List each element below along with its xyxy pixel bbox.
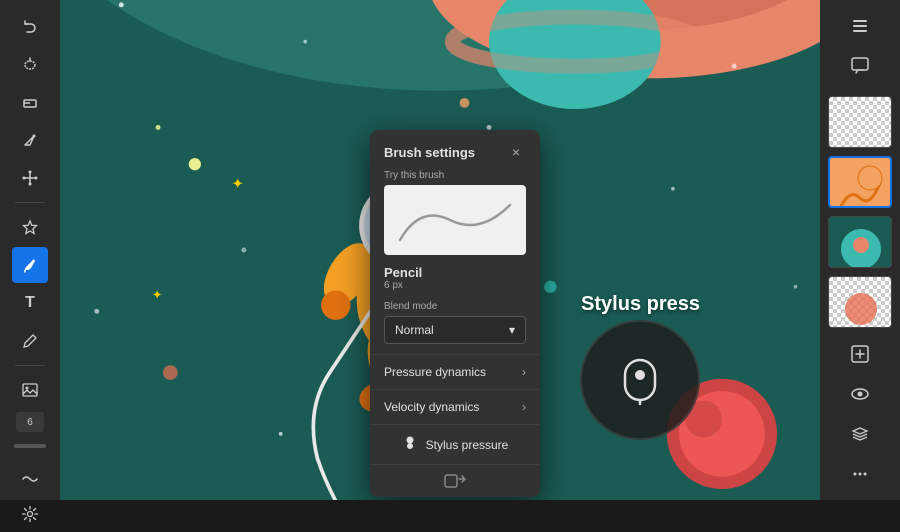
brush-size: 6 px — [384, 280, 526, 291]
layer-thumbnail-4[interactable] — [828, 276, 892, 328]
stylus-pressure-label: Stylus pressure — [426, 438, 509, 452]
app-container: T 6 — [0, 0, 900, 500]
try-brush-label: Try this brush — [370, 170, 540, 185]
layer-thumbnail-2[interactable] — [828, 156, 892, 208]
stylus-press-icon — [610, 355, 670, 405]
more-icon[interactable] — [842, 456, 878, 492]
pencil-icon[interactable] — [12, 323, 48, 359]
text-symbol: T — [25, 294, 35, 312]
layer-thumbnail-3[interactable] — [828, 216, 892, 268]
chat-icon[interactable] — [842, 48, 878, 84]
brush-icon[interactable] — [12, 247, 48, 283]
right-top-icons — [842, 8, 878, 84]
panel-header: Brush settings × — [370, 130, 540, 170]
close-button[interactable]: × — [506, 142, 526, 162]
transform-icon[interactable] — [12, 160, 48, 196]
stylus-pressure-row[interactable]: Stylus pressure — [370, 424, 540, 464]
pressure-dynamics-label: Pressure dynamics — [384, 365, 486, 379]
canvas-area[interactable]: ✦ ✦ ✦ Stylus press Brush settings — [60, 0, 820, 500]
stylus-press-overlay: Stylus press — [580, 293, 700, 440]
menu-icon[interactable] — [842, 8, 878, 44]
eraser-icon[interactable] — [12, 84, 48, 120]
bottom-tool — [12, 460, 48, 532]
velocity-chevron-icon: › — [522, 400, 526, 414]
text-icon[interactable]: T — [12, 285, 48, 321]
left-toolbar: T 6 — [0, 0, 60, 500]
brush-name: Pencil — [384, 265, 526, 280]
panel-title: Brush settings — [384, 145, 475, 160]
chevron-down-icon: ▾ — [509, 323, 515, 337]
blend-mode-select[interactable]: Normal ▾ — [384, 316, 526, 344]
space-scene: ✦ ✦ ✦ Stylus press Brush settings — [60, 0, 820, 500]
pressure-chevron-icon: › — [522, 365, 526, 379]
brush-preview-area — [384, 185, 526, 255]
separator-1 — [15, 202, 45, 203]
svg-text:✦: ✦ — [152, 288, 162, 302]
stylus-icon — [402, 435, 418, 454]
brush-settings-panel: Brush settings × Try this brush Pencil 6… — [370, 130, 540, 497]
right-bottom-icons — [842, 336, 878, 492]
blend-mode-value: Normal — [395, 323, 434, 337]
footer-icon — [443, 473, 467, 489]
panel-footer — [370, 464, 540, 497]
toolbar-top: T — [12, 8, 48, 408]
image-icon[interactable] — [12, 372, 48, 408]
color-swatch[interactable] — [14, 444, 46, 448]
velocity-dynamics-row[interactable]: Velocity dynamics › — [370, 389, 540, 424]
layer-thumbnail-1[interactable] — [828, 96, 892, 148]
eye-icon[interactable] — [842, 376, 878, 412]
undo-icon[interactable] — [12, 8, 48, 44]
wave-icon[interactable] — [12, 460, 48, 496]
separator-2 — [15, 365, 45, 366]
brush-name-area: Pencil 6 px — [370, 265, 540, 301]
brush-size-badge[interactable]: 6 — [16, 412, 44, 432]
pressure-dynamics-row[interactable]: Pressure dynamics › — [370, 354, 540, 389]
pen-icon[interactable] — [12, 122, 48, 158]
svg-text:✦: ✦ — [232, 177, 244, 193]
brush-preview-svg — [384, 185, 526, 255]
stylus-press-label: Stylus press — [581, 293, 700, 316]
layers-icon[interactable] — [842, 416, 878, 452]
right-panel — [820, 0, 900, 500]
lasso-icon[interactable] — [12, 46, 48, 82]
brush-size-area: 6 — [16, 412, 44, 432]
star-icon[interactable] — [12, 209, 48, 245]
add-layer-icon[interactable] — [842, 336, 878, 372]
settings-icon[interactable] — [12, 496, 48, 532]
velocity-dynamics-label: Velocity dynamics — [384, 400, 479, 414]
stylus-press-circle — [580, 320, 700, 440]
blend-mode-label: Blend mode — [370, 301, 540, 316]
